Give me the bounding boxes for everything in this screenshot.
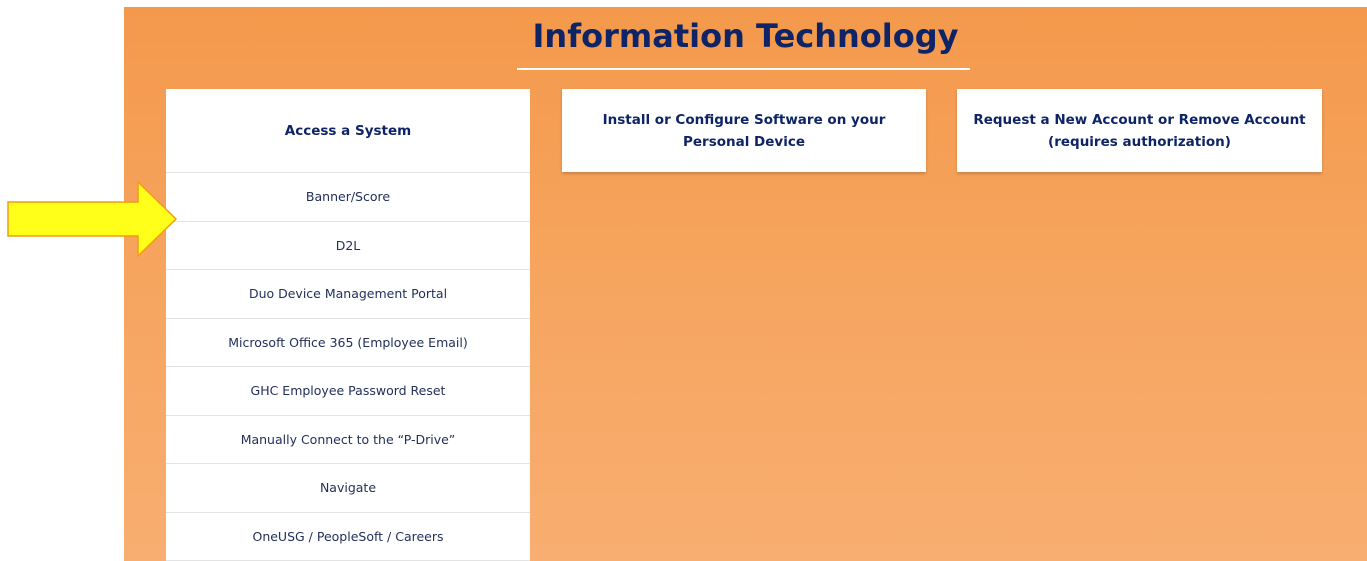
access-system-menu: Banner/Score D2L Duo Device Management P… [166,173,530,561]
page-title: Information Technology [532,17,959,55]
menu-item-password-reset[interactable]: GHC Employee Password Reset [166,367,530,416]
it-panel: Information Technology Access a System B… [124,7,1367,561]
access-system-button[interactable]: Access a System [166,89,530,173]
menu-item-p-drive[interactable]: Manually Connect to the “P-Drive” [166,416,530,464]
right-arrow-icon [7,180,178,258]
install-software-label: Install or Configure Software on your Pe… [603,109,886,153]
install-software-button[interactable]: Install or Configure Software on your Pe… [562,89,926,172]
request-account-label: Request a New Account or Remove Account … [973,109,1305,153]
menu-item-d2l[interactable]: D2L [166,222,530,270]
request-account-label-line1: Request a New Account or Remove Account [973,111,1306,128]
right-arrow-shape [7,180,178,258]
menu-item-oneusg[interactable]: OneUSG / PeopleSoft / Careers [166,513,530,561]
access-system-label: Access a System [284,122,412,139]
menu-item-banner-score[interactable]: Banner/Score [166,173,530,222]
menu-item-navigate[interactable]: Navigate [166,464,530,513]
request-account-button[interactable]: Request a New Account or Remove Account … [957,89,1322,172]
title-underline [517,68,970,70]
menu-item-office-365[interactable]: Microsoft Office 365 (Employee Email) [166,319,530,367]
menu-item-duo-device-portal[interactable]: Duo Device Management Portal [166,270,530,319]
request-account-label-line2: (requires authorization) [1048,133,1231,150]
install-software-label-line2: Personal Device [682,133,805,150]
install-software-label-line1: Install or Configure Software on your [602,111,886,128]
